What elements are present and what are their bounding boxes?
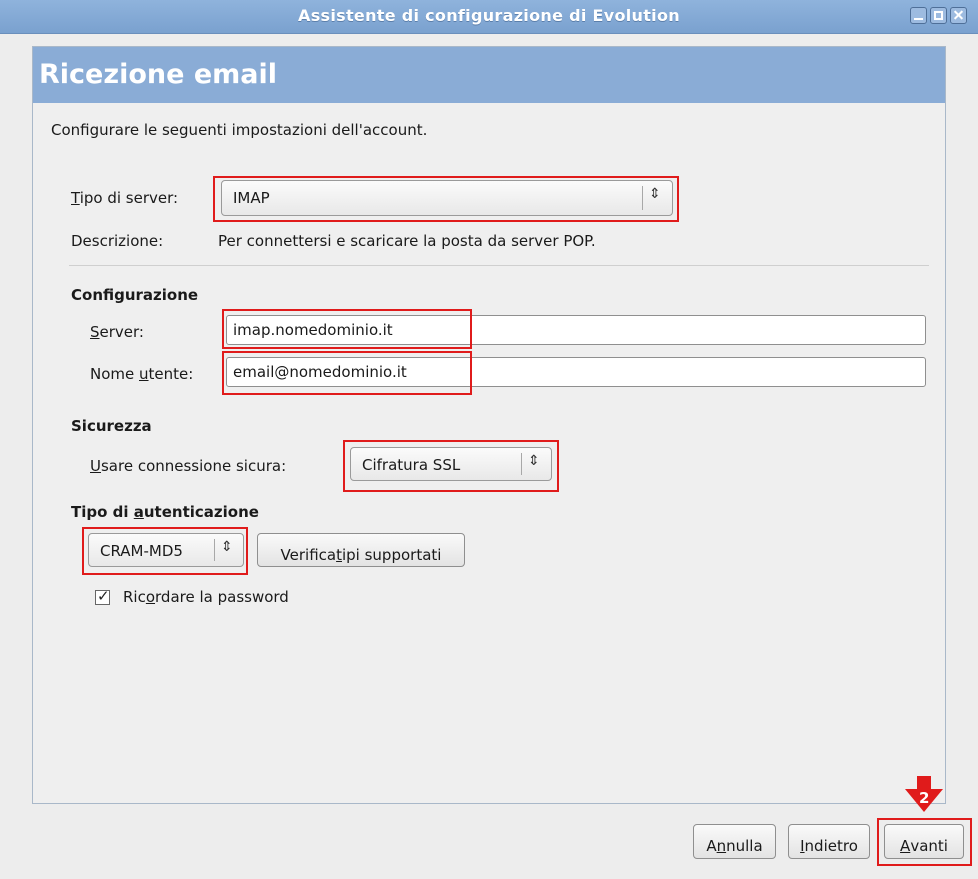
close-icon[interactable] — [950, 7, 967, 24]
highlight-box — [213, 176, 679, 222]
highlight-box — [222, 309, 472, 349]
page-header: Ricezione email — [33, 47, 945, 103]
intro-text: Configurare le seguenti impostazioni del… — [51, 121, 428, 139]
cancel-button[interactable]: Annulla — [693, 824, 776, 859]
highlight-box — [343, 440, 559, 492]
security-heading: Sicurezza — [71, 417, 152, 435]
minimize-icon[interactable] — [910, 7, 927, 24]
username-label: Nome utente: — [90, 365, 194, 383]
step-number: 2 — [919, 789, 930, 807]
server-type-label: Tipo di server: — [71, 189, 179, 207]
check-supported-types-button[interactable]: Verifica tipi supportati — [257, 533, 465, 567]
description-text: Per connettersi e scaricare la posta da … — [218, 232, 596, 250]
remember-password-label: Ricordare la password — [123, 588, 289, 606]
description-label: Descrizione: — [71, 232, 164, 250]
assistant-page: Ricezione email Configurare le seguenti … — [32, 46, 946, 804]
secure-connection-label: Usare connessione sicura: — [90, 457, 287, 475]
remember-password-checkbox[interactable] — [95, 587, 110, 605]
highlight-box — [877, 818, 972, 866]
config-heading: Configurazione — [71, 286, 199, 304]
maximize-icon[interactable] — [930, 7, 947, 24]
window-titlebar: Assistente di configurazione di Evolutio… — [0, 0, 978, 34]
highlight-box — [222, 351, 472, 395]
server-label: Server: — [90, 323, 144, 341]
back-button[interactable]: Indietro — [788, 824, 870, 859]
separator — [69, 265, 929, 266]
highlight-box — [82, 527, 248, 575]
page-title: Ricezione email — [39, 59, 277, 90]
auth-heading: Tipo di autenticazione — [71, 503, 259, 521]
window-title: Assistente di configurazione di Evolutio… — [298, 6, 680, 25]
